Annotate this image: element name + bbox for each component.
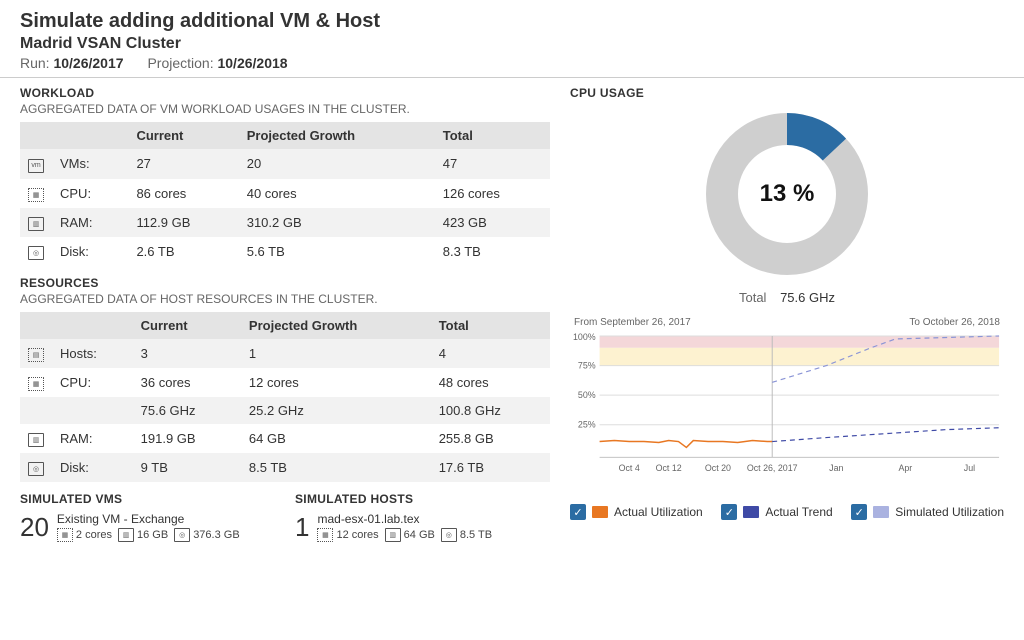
ram-icon: ▥ [28,433,44,447]
svg-text:Jan: Jan [829,463,843,473]
chart-to: To October 26, 2018 [909,317,1000,328]
col-growth: Projected Growth [241,312,431,339]
cpu-icon: ▦ [57,528,73,542]
projection-label: Projection: [147,55,213,71]
legend-checkbox-actual-trend[interactable]: ✓ [721,504,737,520]
sim-vms-title: SIMULATED VMS [20,492,275,506]
chart-legend: ✓ Actual Utilization ✓ Actual Trend ✓ Si… [570,504,1004,520]
sim-host-count: 1 [295,512,309,543]
swatch-sim-util [873,506,889,518]
vm-icon: vm [28,159,44,173]
table-row: ▥ RAM: 112.9 GB 310.2 GB 423 GB [20,208,550,237]
svg-text:75%: 75% [578,361,596,371]
sim-vm-card: 20 Existing VM - Exchange ▦2 cores ▥16 G… [20,512,275,543]
svg-text:Oct 4: Oct 4 [619,463,640,473]
col-current: Current [133,312,241,339]
cpu-icon: ▦ [317,528,333,542]
resources-subtitle: AGGREGATED DATA OF HOST RESOURCES IN THE… [20,292,550,306]
chart-from: From September 26, 2017 [574,317,691,328]
svg-text:50%: 50% [578,390,596,400]
projection-date: 10/26/2018 [217,55,287,71]
col-total: Total [435,122,550,149]
svg-text:Apr: Apr [898,463,912,473]
resources-table: Current Projected Growth Total ▤ Hosts: … [20,312,550,482]
run-label: Run: [20,55,50,71]
table-row: ▥ RAM: 191.9 GB 64 GB 255.8 GB [20,424,550,453]
cpu-usage-percent: 13 % [760,180,815,208]
legend-checkbox-sim-util[interactable]: ✓ [851,504,867,520]
sim-vm-count: 20 [20,512,49,543]
table-row: ◎ Disk: 9 TB 8.5 TB 17.6 TB [20,453,550,482]
cpu-icon: ▦ [28,377,44,391]
cpu-usage-total: Total 75.6 GHz [570,290,1004,305]
cluster-name: Madrid VSAN Cluster [20,35,1004,53]
table-row: ◎ Disk: 2.6 TB 5.6 TB 8.3 TB [20,237,550,266]
sim-host-name: mad-esx-01.lab.tex [317,512,492,526]
workload-subtitle: AGGREGATED DATA OF VM WORKLOAD USAGES IN… [20,102,550,116]
disk-icon: ◎ [174,528,190,542]
col-current: Current [128,122,238,149]
table-row: vm VMs: 27 20 47 [20,149,550,179]
col-growth: Projected Growth [239,122,435,149]
svg-text:Oct 26, 2017: Oct 26, 2017 [747,463,798,473]
cpu-usage-donut: 13 % [697,104,877,284]
legend-checkbox-actual-util[interactable]: ✓ [570,504,586,520]
table-row: ▤ Hosts: 3 1 4 [20,339,550,368]
sim-hosts-title: SIMULATED HOSTS [295,492,550,506]
workload-table: Current Projected Growth Total vm VMs: 2… [20,122,550,266]
ram-icon: ▥ [28,217,44,231]
svg-text:Oct 12: Oct 12 [656,463,682,473]
run-date: 10/26/2017 [53,55,123,71]
table-row: ▦ CPU: 36 cores 12 cores 48 cores [20,368,550,397]
swatch-actual-trend [743,506,759,518]
svg-text:Oct 20: Oct 20 [705,463,731,473]
resources-title: RESOURCES [20,276,550,290]
disk-icon: ◎ [441,528,457,542]
host-icon: ▤ [28,348,44,362]
col-total: Total [431,312,550,339]
sim-host-card: 1 mad-esx-01.lab.tex ▦12 cores ▥64 GB ◎8… [295,512,550,543]
svg-text:Jul: Jul [964,463,975,473]
ram-icon: ▥ [385,528,401,542]
ram-icon: ▥ [118,528,134,542]
utilization-line-chart: 100% 75% 50% 25% Oct 4 Oct 12 Oct 20 Oct… [570,330,1004,485]
svg-text:25%: 25% [578,420,596,430]
swatch-actual-util [592,506,608,518]
page-header: Simulate adding additional VM & Host Mad… [0,0,1024,78]
run-projection-line: Run: 10/26/2017 Projection: 10/26/2018 [20,55,1004,71]
workload-title: WORKLOAD [20,86,550,100]
table-row: ▦ CPU: 86 cores 40 cores 126 cores [20,179,550,208]
page-title: Simulate adding additional VM & Host [20,10,1004,33]
sim-vm-name: Existing VM - Exchange [57,512,240,526]
disk-icon: ◎ [28,462,44,476]
table-row: 75.6 GHz 25.2 GHz 100.8 GHz [20,397,550,424]
cpu-icon: ▦ [28,188,44,202]
cpu-usage-title: CPU USAGE [570,86,1004,100]
disk-icon: ◎ [28,246,44,260]
svg-text:100%: 100% [573,332,596,342]
